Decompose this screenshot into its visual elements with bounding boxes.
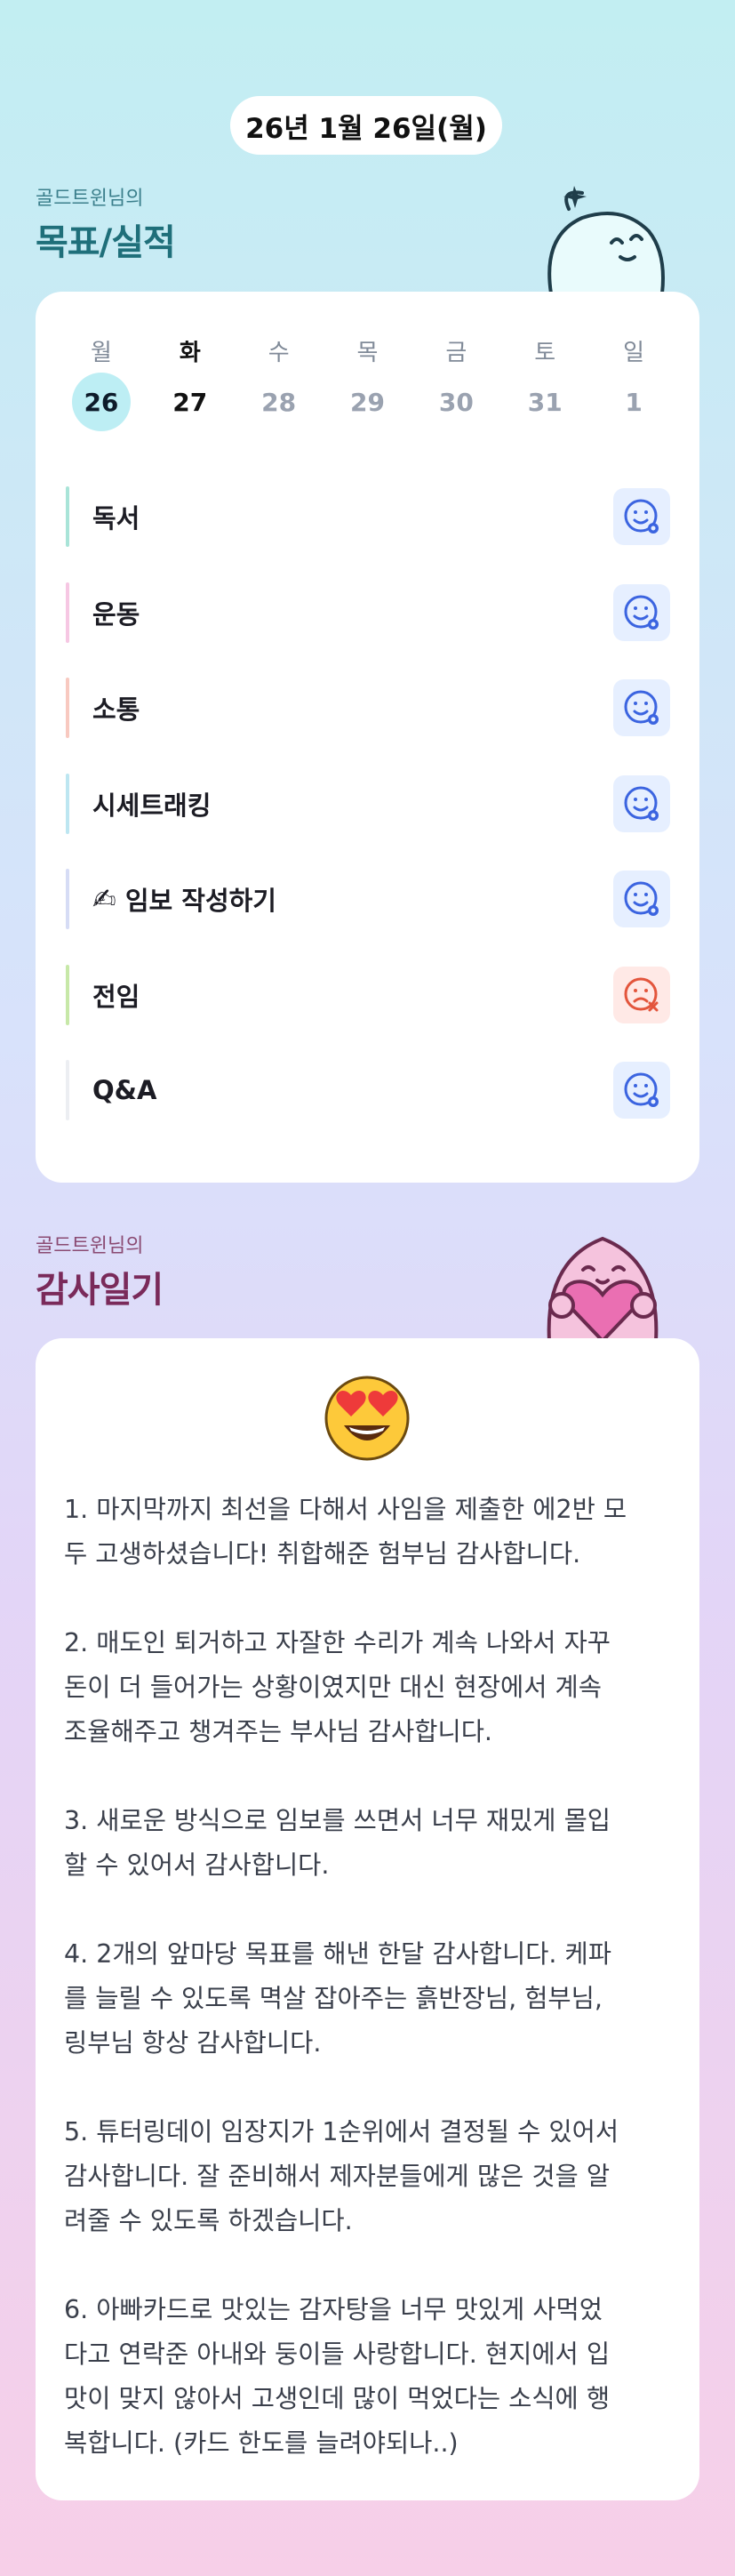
goal-label: 소통 [92,694,140,725]
smile-icon[interactable] [613,488,670,545]
goal-item-report-writing[interactable]: ✍ 임보 작성하기 [66,869,670,929]
goal-bar [66,774,69,834]
diary-entry: 5. 튜터링데이 임장지가 1순위에서 결정될 수 있어서 감사합니다. 잘 준… [64,2117,619,2235]
heart-mascot-icon [547,1236,659,1341]
goal-bar [66,1060,69,1120]
goal-item-price-tracking[interactable]: 시세트래킹 [66,774,670,834]
goal-bar [66,869,69,929]
goals-subtitle: 골드트윈님의 [36,188,144,210]
pencil-icon: ✍ [92,882,116,916]
weekday-label: 목 [356,340,379,366]
smile-icon[interactable] [613,679,670,736]
current-date: 26년 1월 26일(월) [245,112,487,145]
ghost-mascot-icon [547,186,665,293]
goals-title: 목표/실적 [36,222,176,263]
diary-card: 1. 마지막까지 최선을 다해서 사임을 제출한 에2반 모 두 고생하셨습니다… [36,1338,699,2500]
date-cell[interactable]: 28 [235,388,324,431]
goal-item-transfer[interactable]: 전임 [66,965,670,1025]
smile-icon[interactable] [613,584,670,641]
goal-label: Q&A [92,1075,157,1105]
date-row: 26 27 28 29 30 31 1 [57,373,678,431]
date-cell[interactable]: 30 [411,388,500,431]
sad-x-icon[interactable] [613,967,670,1023]
goal-item-reading[interactable]: 독서 [66,486,670,547]
date-cell[interactable]: 27 [146,388,235,431]
weekday-row: 월 화 수 목 금 토 일 [57,334,678,367]
date-cell[interactable]: 1 [589,388,678,431]
goal-bar [66,678,69,738]
diary-entry: 2. 매도인 퇴거하고 자잘한 수리가 계속 나와서 자꾸 돈이 더 들어가는 … [64,1628,611,1746]
smile-icon[interactable] [613,871,670,927]
date-pill[interactable]: 26년 1월 26일(월) [230,96,502,155]
goal-item-qna[interactable]: Q&A [66,1060,670,1120]
diary-entry: 4. 2개의 앞마당 목표를 해낸 한달 감사합니다. 케파 를 늘릴 수 있도… [64,1939,611,2058]
date-cell[interactable]: 29 [324,388,412,431]
goal-label: 운동 [92,599,140,630]
diary-subtitle: 골드트윈님의 [36,1235,144,1257]
goal-item-communication[interactable]: 소통 [66,678,670,738]
smile-icon[interactable] [613,775,670,832]
heart-eyes-icon [324,1376,410,1461]
goal-card: 월 화 수 목 금 토 일 26 27 28 29 30 31 1 독서 운동 … [36,292,699,1183]
goal-label: 독서 [92,503,140,534]
weekday-label: 월 [90,340,112,366]
diary-text: 1. 마지막까지 최선을 다해서 사임을 제출한 에2반 모 두 고생하셨습니다… [64,1488,677,2510]
weekday-label: 화 [179,340,201,366]
goal-label: 전임 [92,982,140,1012]
goal-label: 시세트래킹 [92,790,212,821]
goal-label: 임보 작성하기 [124,886,276,916]
weekday-label: 일 [623,340,645,366]
diary-title: 감사일기 [36,1270,164,1311]
goal-bar [66,582,69,643]
weekday-label: 토 [534,340,556,366]
date-cell[interactable]: 31 [500,388,589,431]
weekday-label: 금 [445,340,467,366]
goal-bar [66,965,69,1025]
smile-icon[interactable] [613,1062,670,1119]
diary-entry: 1. 마지막까지 최선을 다해서 사임을 제출한 에2반 모 두 고생하셨습니다… [64,1495,627,1569]
goal-bar [66,486,69,547]
weekday-label: 수 [268,340,290,366]
date-cell-today[interactable]: 26 [71,373,131,431]
goal-item-exercise[interactable]: 운동 [66,582,670,643]
diary-entry: 6. 아빠카드로 맛있는 감자탕을 너무 맛있게 사먹었 다고 연락준 아내와 … [64,2295,611,2458]
diary-entry: 3. 새로운 방식으로 임보를 쓰면서 너무 재밌게 몰입 할 수 있어서 감사… [64,1806,611,1880]
